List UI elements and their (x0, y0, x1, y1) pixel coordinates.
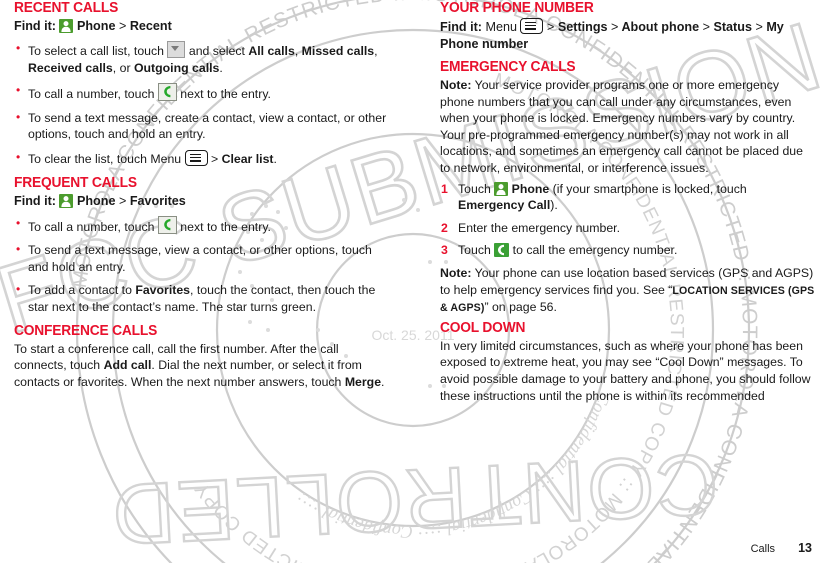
section-heading-conference-calls: CONFERENCE CALLS (14, 322, 158, 339)
findit-separator: > (118, 193, 127, 208)
call-icon (157, 83, 177, 102)
label-clear-list: Clear list (221, 151, 274, 166)
contacts-icon (494, 181, 509, 196)
list-item: To select a call list, touch and select … (14, 40, 389, 76)
paragraph-cool-down: In very limited circumstances, such as w… (440, 338, 811, 403)
section-heading-recent-calls: RECENT CALLS (14, 0, 119, 16)
footer-chapter: Calls (750, 543, 776, 555)
label-received-calls: Received calls (28, 60, 113, 75)
list-item: 1 Touch Phone (if your smartphone is lock… (441, 181, 747, 213)
call-green-icon (494, 243, 510, 258)
findit-separator: > (702, 20, 710, 34)
list-item: To clear the list, touch Menu > Clear li… (14, 149, 389, 168)
findit-path-1: Phone (76, 19, 116, 33)
findit-separator: > (118, 19, 127, 33)
list-item: To add a contact to Favorites, touch the… (14, 281, 389, 315)
contacts-icon (59, 19, 74, 33)
findit-path-2: About phone (621, 20, 700, 34)
findit-path-1: Settings (557, 20, 608, 34)
call-icon (157, 215, 177, 234)
paragraph-conference-calls: To start a conference call, call the fir… (14, 341, 385, 389)
step-number: 1 (441, 181, 448, 196)
manual-page: RECENT CALLS Find it: Phone > Recent To … (0, 0, 826, 563)
note-label: Note: (440, 265, 472, 280)
label-outgoing-calls: Outgoing calls (133, 60, 220, 75)
findit-label: Find it: (440, 20, 482, 34)
label-all-calls: All calls (248, 44, 295, 58)
list-item: 3 Touch to call the emergency number. (441, 243, 678, 258)
label-missed-calls: Missed calls (301, 44, 375, 58)
page-footer: Calls 13 (751, 541, 812, 555)
list-item: To call a number, touch next to the entr… (14, 215, 389, 236)
paragraph-emergency-note: Note: Your service provider programs one… (440, 77, 815, 177)
contacts-icon (59, 193, 74, 208)
findit-separator: > (611, 20, 619, 34)
findit-separator: > (755, 20, 763, 34)
findit-recent-calls: Find it: Phone > Recent (14, 18, 389, 35)
findit-path-2: Favorites (129, 193, 186, 208)
bullet-list-frequent-calls: To call a number, touch next to the entr… (14, 215, 389, 316)
label-add-call: Add call (103, 358, 152, 373)
footer-page-number: 13 (798, 541, 812, 555)
note-text-tail: on page 56. (491, 300, 557, 315)
menu-icon (184, 149, 208, 166)
numbered-list-emergency-steps: 1 Touch Phone (if your smartphone is lock… (440, 181, 815, 259)
bullet-list-recent-calls: To select a call list, touch and select … (14, 40, 389, 168)
findit-label: Find it: (14, 193, 56, 208)
step-number: 3 (441, 243, 448, 258)
paragraph-emergency-note-2: Note: Your phone can use location based … (440, 265, 815, 315)
list-item: To send a text message, view a contact, … (14, 241, 389, 275)
menu-word: Menu (150, 151, 182, 166)
findit-separator: > (546, 20, 555, 34)
step-number: 2 (441, 220, 448, 235)
dropdown-arrow-icon (167, 41, 186, 58)
note-text: Your service provider programs one or mo… (440, 78, 803, 175)
findit-label: Find it: (14, 19, 56, 33)
menu-word: Menu (485, 20, 517, 34)
findit-path-2: Recent (129, 19, 172, 33)
label-emergency-call: Emergency Call (458, 198, 551, 213)
right-column: YOUR PHONE NUMBER Find it: Menu > Settin… (440, 0, 815, 407)
list-item: 2 Enter the emergency number. (441, 220, 620, 235)
section-heading-your-phone-number: YOUR PHONE NUMBER (440, 0, 594, 16)
left-column: RECENT CALLS Find it: Phone > Recent To … (14, 0, 389, 393)
section-heading-cool-down: COOL DOWN (440, 319, 526, 336)
label-favorites: Favorites (135, 283, 191, 298)
findit-path-1: Phone (76, 193, 116, 208)
label-merge: Merge (344, 374, 382, 389)
list-item: To send a text message, create a contact… (14, 109, 389, 143)
findit-path-3: Status (713, 20, 752, 34)
findit-your-phone-number: Find it: Menu > Settings > About phone >… (440, 18, 815, 53)
section-heading-emergency-calls: EMERGENCY CALLS (440, 59, 576, 75)
label-phone: Phone (511, 181, 550, 196)
note-label: Note: (440, 78, 472, 92)
section-heading-frequent-calls: FREQUENT CALLS (14, 174, 137, 191)
findit-frequent-calls: Find it: Phone > Favorites (14, 193, 389, 210)
list-item: To call a number, touch next to the entr… (14, 82, 389, 103)
menu-icon (520, 18, 544, 34)
